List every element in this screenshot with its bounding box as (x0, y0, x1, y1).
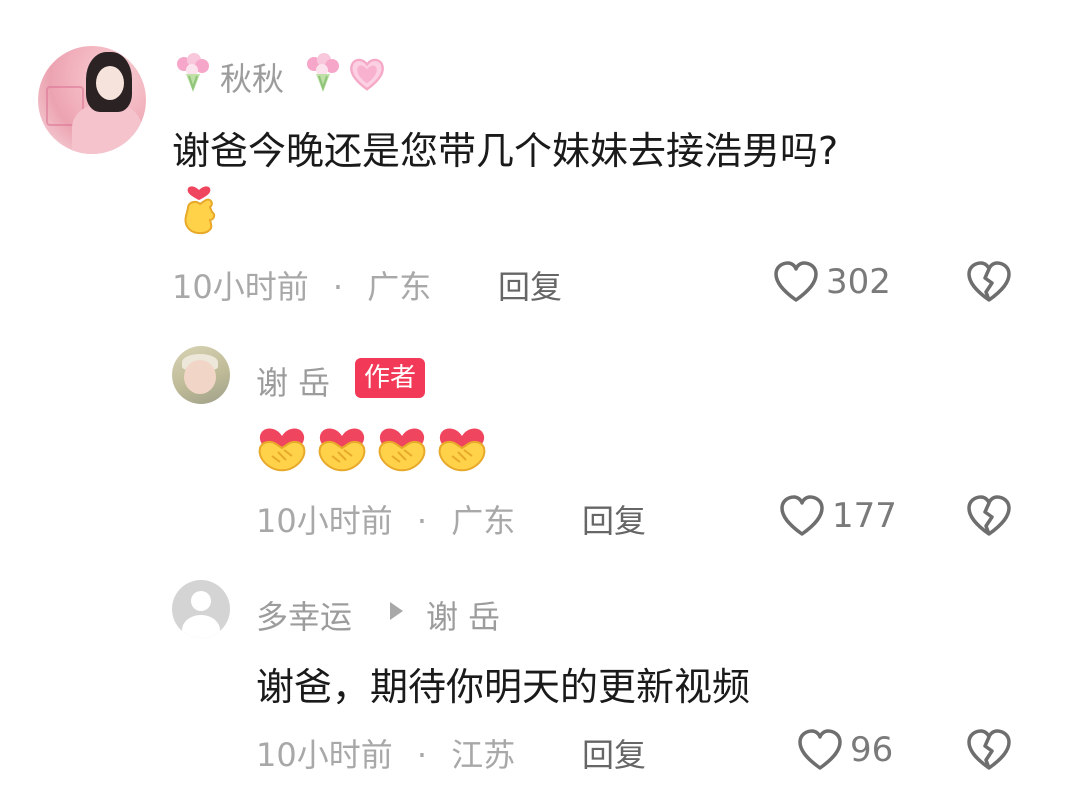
separator: · (416, 736, 428, 774)
handshake-heart-emoji (438, 428, 486, 472)
reply-button[interactable]: 回复 (582, 496, 646, 542)
timestamp: 10小时前 (256, 736, 393, 774)
location: 江苏 (451, 736, 516, 774)
timestamp: 10小时前 (172, 268, 309, 306)
comment-meta: 10小时前 · 广东 (172, 262, 431, 308)
username[interactable]: 谢 岳 (256, 358, 330, 404)
default-avatar-icon[interactable] (172, 580, 230, 638)
timestamp: 10小时前 (256, 502, 393, 540)
like-count: 302 (826, 262, 891, 302)
heart-outline-icon[interactable] (778, 494, 826, 538)
comment-meta: 10小时前 · 江苏 (256, 730, 515, 776)
broken-heart-icon[interactable] (966, 260, 1012, 304)
location: 广东 (451, 502, 516, 540)
broken-heart-icon[interactable] (966, 728, 1012, 772)
handshake-heart-emoji (258, 428, 306, 472)
username[interactable]: 秋秋 (220, 54, 284, 100)
heart-outline-icon[interactable] (772, 260, 820, 304)
bouquet-icon (307, 53, 339, 92)
reply-button[interactable]: 回复 (582, 730, 646, 776)
avatar[interactable] (38, 46, 146, 154)
like-count: 177 (832, 496, 897, 536)
avatar[interactable] (172, 346, 230, 404)
location: 广东 (367, 268, 432, 306)
reply-to-username[interactable]: 谢 岳 (426, 592, 500, 638)
author-badge: 作者 (355, 358, 426, 398)
comment-meta: 10小时前 · 广东 (256, 496, 515, 542)
pink-heart-icon (350, 58, 384, 91)
like-count: 96 (850, 730, 894, 770)
separator: · (416, 502, 428, 540)
reply-button[interactable]: 回复 (498, 262, 562, 308)
username[interactable]: 多幸运 (256, 592, 352, 638)
finger-heart-emoji (184, 186, 216, 235)
broken-heart-icon[interactable] (966, 494, 1012, 538)
handshake-heart-emoji (378, 428, 426, 472)
comment-thread: 秋秋 谢爸今晚还是您带几个妹妹去接浩男吗? 10小时前 · 广东 回复 302 … (0, 0, 1070, 797)
comment-text: 谢爸，期待你明天的更新视频 (256, 665, 751, 709)
handshake-heart-emoji (318, 428, 366, 472)
comment-text: 谢爸今晚还是您带几个妹妹去接浩男吗? (172, 129, 839, 173)
reply-arrow-icon (390, 602, 403, 620)
heart-outline-icon[interactable] (796, 728, 844, 772)
bouquet-icon (177, 53, 209, 92)
separator: · (332, 268, 344, 306)
